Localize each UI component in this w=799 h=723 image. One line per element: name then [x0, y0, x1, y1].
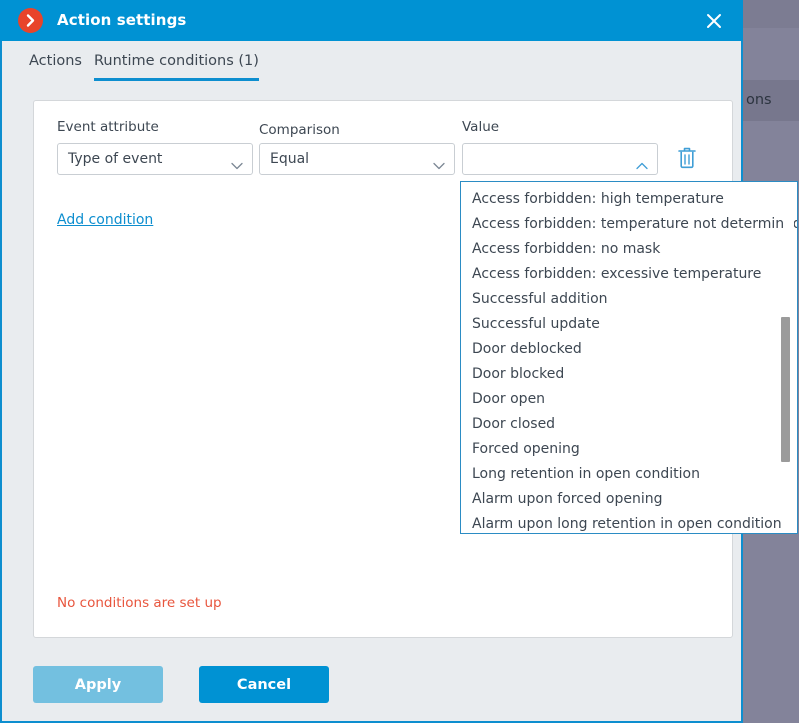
- cancel-button[interactable]: Cancel: [199, 666, 329, 703]
- value-dropdown-option[interactable]: Door open: [461, 387, 797, 412]
- background-band-toolbar: [743, 28, 799, 80]
- value-label: Value: [462, 119, 500, 135]
- value-dropdown-list: Access forbidden: high temperature Access…: [460, 181, 798, 534]
- value-dropdown-options: Access forbidden: high temperature Access…: [461, 187, 797, 533]
- background-band-top: [743, 0, 799, 28]
- value-dropdown-option[interactable]: Door closed: [461, 412, 797, 437]
- value-dropdown-option[interactable]: Long retention in open condition: [461, 462, 797, 487]
- dialog-tabs: Actions Runtime conditions (1): [2, 41, 741, 88]
- dropdown-scrollbar-track[interactable]: [781, 183, 794, 533]
- value-dropdown-option[interactable]: Door blocked: [461, 362, 797, 387]
- value-select[interactable]: [462, 143, 658, 175]
- value-dropdown-option[interactable]: Access forbidden: temperature not determ…: [461, 212, 797, 237]
- chevron-down-icon: [231, 155, 243, 174]
- comparison-label: Comparison: [259, 122, 340, 138]
- value-dropdown-option[interactable]: Access forbidden: excessive temperature: [461, 262, 797, 287]
- value-dropdown-option[interactable]: Access forbidden: high temperature: [461, 187, 797, 212]
- status-message: No conditions are set up: [57, 595, 222, 611]
- chevron-down-icon: [433, 155, 445, 174]
- event-attribute-select[interactable]: Type of event: [57, 143, 253, 175]
- dialog-titlebar: Action settings: [0, 0, 743, 41]
- value-dropdown-option[interactable]: Door deblocked: [461, 337, 797, 362]
- event-attribute-value: Type of event: [68, 151, 163, 167]
- trash-icon[interactable]: [675, 145, 701, 173]
- value-dropdown-option[interactable]: Alarm upon long retention in open condit…: [461, 512, 797, 533]
- dropdown-scrollbar-thumb[interactable]: [781, 317, 790, 462]
- value-dropdown-option[interactable]: Forced opening: [461, 437, 797, 462]
- comparison-value: Equal: [270, 151, 310, 167]
- close-icon[interactable]: [701, 8, 727, 34]
- add-condition-link[interactable]: Add condition: [57, 212, 153, 228]
- background-column-header-label: ons: [746, 92, 772, 108]
- chevron-up-icon: [636, 155, 648, 174]
- event-attribute-label: Event attribute: [57, 119, 159, 135]
- apply-button[interactable]: Apply: [33, 666, 163, 703]
- dialog-title: Action settings: [57, 11, 187, 29]
- comparison-select[interactable]: Equal: [259, 143, 455, 175]
- value-dropdown-option[interactable]: Access forbidden: no mask: [461, 237, 797, 262]
- value-dropdown-option[interactable]: Alarm upon forced opening: [461, 487, 797, 512]
- value-dropdown-option[interactable]: Successful addition: [461, 287, 797, 312]
- tab-runtime-conditions[interactable]: Runtime conditions (1): [94, 53, 259, 81]
- chevron-right-circle-icon: [18, 8, 43, 33]
- tab-actions[interactable]: Actions: [29, 53, 82, 81]
- value-dropdown-option[interactable]: Successful update: [461, 312, 797, 337]
